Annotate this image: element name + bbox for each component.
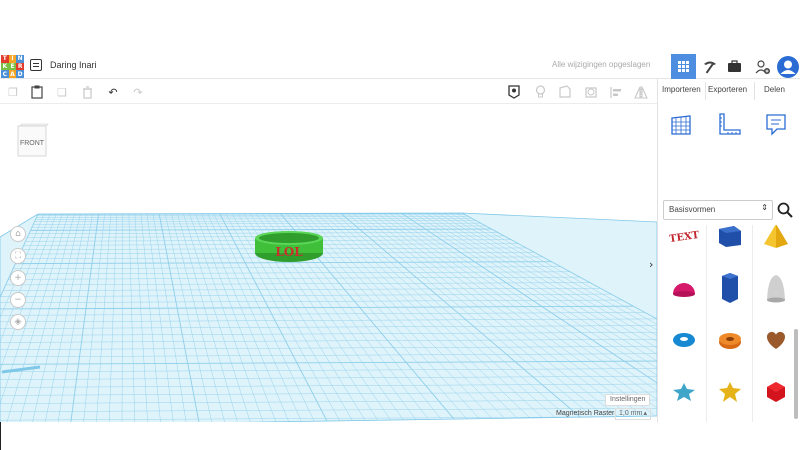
save-status: Alle wijzigingen opgeslagen (552, 60, 651, 69)
align-icon[interactable] (609, 85, 623, 99)
panel-tabs: Importeren Exporteren Delen (658, 79, 800, 103)
project-title[interactable]: Daring Inari (50, 60, 97, 70)
torus-shape[interactable] (663, 315, 705, 365)
avatar[interactable] (775, 54, 800, 79)
logo-letter: D (16, 70, 24, 78)
tube-shape[interactable] (709, 315, 751, 365)
logo-letter: A (8, 70, 17, 78)
avatar-icon (776, 55, 799, 78)
shapes-panel: Importeren Exporteren Delen Basisvormen … (657, 79, 800, 422)
logo-letter: T (1, 55, 9, 63)
trash-icon[interactable] (80, 85, 94, 99)
search-icon[interactable] (776, 201, 794, 219)
viewcube-front-label: FRONT (20, 140, 45, 147)
icosahedron-shape[interactable] (755, 367, 793, 417)
workplane-grid[interactable] (0, 104, 657, 422)
svg-text:TEXT: TEXT (669, 230, 699, 244)
paste-icon[interactable] (30, 85, 44, 99)
ruler-icon[interactable] (716, 112, 742, 138)
top-bar: TINKERCAD Daring Inari Alle wijzigingen … (0, 54, 800, 79)
snap-grid-select[interactable]: 1,0 mm ▴ (615, 408, 651, 420)
perspective-icon[interactable]: ◈ (10, 314, 26, 330)
shape-category-value: Basisvormen (669, 205, 716, 214)
text-shape[interactable]: TEXT (663, 225, 705, 261)
bottom-strip (0, 422, 800, 450)
share-button[interactable]: Delen (764, 85, 785, 94)
duplicate-icon[interactable]: ❏ (55, 85, 69, 99)
snap-grid-value: 1,0 mm (619, 410, 643, 417)
copy-icon[interactable]: ❐ (6, 85, 20, 99)
logo-letter: N (16, 55, 24, 63)
add-user-icon (755, 59, 770, 74)
shape-grid: TEXT (663, 225, 793, 422)
export-button[interactable]: Exporteren (708, 85, 747, 94)
import-button[interactable]: Importeren (662, 85, 701, 94)
snap-grid-label: Magnetisch Raster (556, 410, 615, 417)
zoom-in-icon[interactable]: + (10, 270, 26, 286)
undo-icon[interactable]: ↶ (106, 85, 120, 99)
shape-hole-icon[interactable] (584, 85, 598, 99)
mirror-icon[interactable] (634, 85, 648, 99)
notes-panel-icon[interactable] (763, 112, 789, 138)
star-yellow-shape[interactable] (709, 367, 751, 417)
grid-view-button[interactable] (671, 54, 696, 79)
home-view-icon[interactable]: ⌂ (10, 226, 26, 242)
pickaxe-button[interactable] (697, 54, 722, 79)
snap-arrow-icon: ▴ (643, 410, 647, 417)
tinkercad-editor: TINKERCAD Daring Inari Alle wijzigingen … (0, 54, 800, 422)
workplane-icon[interactable] (668, 112, 694, 138)
logo-letter: R (16, 62, 24, 71)
star-shape[interactable] (663, 367, 705, 417)
pyramid-shape[interactable] (755, 225, 793, 261)
view-cube[interactable]: FRONT (16, 122, 50, 158)
logo-letter: E (8, 62, 17, 71)
redo-icon[interactable]: ↷ (131, 85, 145, 99)
logo-letter: C (1, 70, 9, 78)
briefcase-button[interactable] (722, 54, 747, 79)
panel-collapse-icon[interactable]: › (649, 258, 653, 271)
workplane-viewport[interactable]: LOL FRONT ⌂ ⛶ + − ◈ › Instellingen Magne… (0, 104, 657, 422)
zoom-out-icon[interactable]: − (10, 292, 26, 308)
logo-letter: K (1, 62, 9, 71)
tinkercad-logo[interactable]: TINKERCAD (1, 55, 24, 78)
briefcase-icon (728, 60, 741, 72)
roof-shape[interactable] (709, 225, 751, 261)
edit-toolbar: ❐ ❏ ↶ ↷ (0, 80, 657, 104)
grid-view-icon (678, 61, 689, 72)
fit-view-icon[interactable]: ⛶ (10, 248, 26, 264)
lightbulb-icon[interactable] (533, 85, 547, 99)
lol-text: LOL (275, 245, 303, 259)
logo-letter: I (8, 55, 17, 63)
shape-solid-icon[interactable] (558, 85, 572, 99)
settings-button[interactable]: Instellingen (605, 394, 651, 406)
pickaxe-icon (703, 61, 716, 73)
notes-icon[interactable] (507, 85, 521, 99)
panel-scrollbar[interactable] (794, 329, 798, 419)
heart-shape[interactable] (755, 315, 793, 365)
half-sphere-shape[interactable] (663, 263, 705, 313)
add-user-button[interactable] (750, 54, 775, 79)
hexagonal-prism-shape[interactable] (709, 263, 751, 313)
project-list-icon[interactable] (30, 59, 42, 71)
lol-ring-object[interactable]: LOL (253, 230, 325, 264)
paraboloid-shape[interactable] (755, 263, 793, 313)
shape-category-select[interactable]: Basisvormen ⇕ (663, 200, 773, 220)
select-arrows-icon: ⇕ (761, 203, 768, 212)
